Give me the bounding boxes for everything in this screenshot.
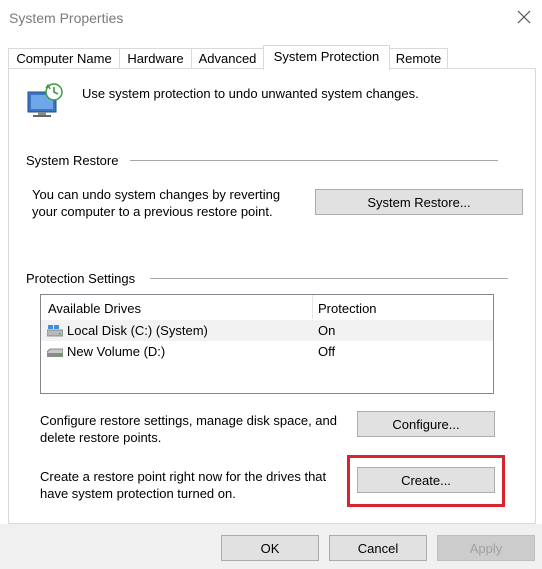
create-description-line1: Create a restore point right now for the… (40, 469, 327, 484)
group-divider (130, 160, 498, 161)
cancel-button-label: Cancel (357, 540, 399, 556)
configure-description-line2: delete restore points. (40, 430, 162, 445)
configure-description-line1: Configure restore settings, manage disk … (40, 413, 338, 428)
configure-button[interactable]: Configure... (357, 411, 495, 437)
system-restore-button[interactable]: System Restore... (315, 189, 523, 215)
protection-status: Off (318, 344, 336, 359)
drive-name: Local Disk (C:) (System) (67, 323, 208, 338)
tab-system-protection[interactable]: System Protection (263, 45, 390, 70)
configure-button-label: Configure... (392, 416, 460, 432)
apply-button[interactable]: Apply (437, 535, 535, 561)
protection-settings-heading: Protection Settings (26, 271, 136, 286)
create-button-highlight (347, 455, 505, 507)
system-drive-icon (46, 325, 64, 340)
tab-advanced[interactable]: Advanced (191, 48, 264, 69)
system-restore-description-line2: your computer to a previous restore poin… (32, 204, 273, 219)
system-restore-button-label: System Restore... (367, 194, 471, 210)
close-button[interactable] (516, 9, 532, 25)
create-description-line2: have system protection turned on. (40, 486, 236, 501)
column-header-available-drives[interactable]: Available Drives (48, 301, 141, 316)
column-separator[interactable] (312, 295, 313, 319)
ok-button-label: OK (260, 540, 280, 556)
drive-icon (46, 346, 64, 361)
tab-computer-name[interactable]: Computer Name (8, 48, 120, 69)
system-restore-heading: System Restore (26, 153, 119, 168)
group-divider (150, 278, 508, 279)
protection-status: On (318, 323, 336, 338)
close-icon (517, 10, 531, 24)
tab-remote[interactable]: Remote (389, 48, 448, 69)
system-protection-icon (24, 82, 66, 120)
column-header-protection[interactable]: Protection (318, 301, 377, 316)
ok-button[interactable]: OK (221, 535, 319, 561)
drive-name: New Volume (D:) (67, 344, 166, 359)
cancel-button[interactable]: Cancel (329, 535, 427, 561)
title-bar: System Properties (0, 0, 542, 36)
drives-list[interactable]: Available Drives Protection Local Disk (… (40, 294, 494, 394)
system-restore-description-line1: You can undo system changes by reverting (32, 187, 281, 202)
window-title: System Properties (9, 10, 124, 26)
intro-text: Use system protection to undo unwanted s… (82, 86, 419, 101)
table-row[interactable]: New Volume (D:) Off (41, 341, 493, 362)
tab-hardware[interactable]: Hardware (119, 48, 192, 69)
table-row[interactable]: Local Disk (C:) (System) On (41, 320, 493, 341)
apply-button-label: Apply (469, 540, 503, 556)
list-header: Available Drives Protection (41, 295, 493, 319)
